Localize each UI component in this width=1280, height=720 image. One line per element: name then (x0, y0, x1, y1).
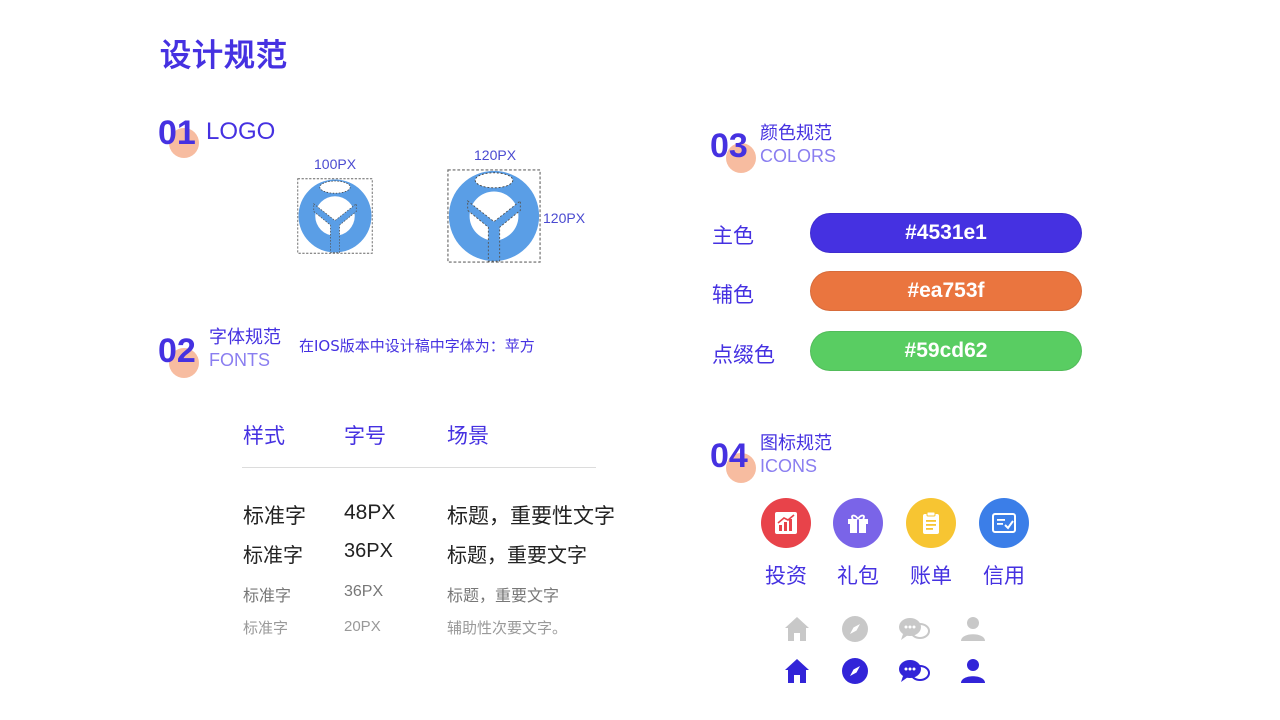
color-label-primary: 主色 (712, 224, 754, 248)
color-swatch-primary: #4531e1 (810, 213, 1082, 253)
table-cell: 辅助性次要文字。 (447, 619, 568, 637)
section-title-fonts-en: FONTS (209, 350, 270, 370)
icon-label-bill: 账单 (910, 564, 952, 588)
section-title-icons-cn: 图标规范 (760, 433, 832, 454)
table-cell: 标准字 (243, 619, 289, 637)
gift-icon (833, 498, 883, 548)
table-header-scene: 场景 (447, 424, 489, 448)
section-number-logo: 01 (158, 114, 196, 152)
icon-label-credit: 信用 (983, 564, 1025, 588)
logo-large-width-label: 120PX (474, 147, 517, 163)
section-number-fonts: 02 (158, 332, 196, 370)
chat-icon (897, 654, 931, 688)
compass-icon (838, 654, 872, 688)
table-cell: 36PX (344, 540, 393, 562)
home-icon (780, 612, 814, 646)
section-number-colors: 03 (710, 127, 748, 165)
checklist-icon (979, 498, 1029, 548)
logo-large (446, 169, 542, 263)
icon-label-invest: 投资 (765, 564, 807, 588)
section-title-colors-en: COLORS (760, 146, 837, 166)
table-cell: 标题，重要文字 (447, 586, 560, 605)
logo-small-size-label: 100PX (314, 156, 357, 172)
chart-icon (761, 498, 811, 548)
table-cell: 20PX (344, 618, 381, 635)
table-divider (242, 467, 596, 468)
page-title: 设计规范 (160, 38, 288, 74)
table-cell: 标题，重要性文字 (447, 504, 615, 528)
logo-small (296, 178, 374, 254)
logo-large-height-label: 120PX (543, 210, 586, 226)
section-title-logo: LOGO (206, 118, 276, 145)
color-label-secondary: 辅色 (712, 283, 754, 307)
font-note: 在IOS版本中设计稿中字体为：苹方 (299, 337, 535, 355)
color-swatch-accent: #59cd62 (810, 331, 1082, 371)
table-cell: 36PX (344, 583, 384, 600)
user-icon (956, 654, 990, 688)
compass-icon (838, 612, 872, 646)
table-cell: 标准字 (243, 586, 292, 605)
table-cell: 标准字 (243, 543, 303, 567)
chat-icon (897, 612, 931, 646)
section-title-colors-cn: 颜色规范 (760, 123, 832, 144)
color-label-accent: 点缀色 (712, 343, 775, 367)
home-icon (780, 654, 814, 688)
table-cell: 48PX (344, 501, 396, 524)
section-title-fonts-cn: 字体规范 (209, 327, 281, 348)
section-title-icons-en: ICONS (760, 456, 818, 476)
table-cell: 标题，重要文字 (447, 543, 587, 567)
table-cell: 标准字 (243, 504, 306, 528)
clipboard-icon (906, 498, 956, 548)
table-header-style: 样式 (243, 424, 285, 448)
table-header-size: 字号 (344, 424, 386, 448)
section-number-icons: 04 (710, 437, 748, 475)
user-icon (956, 612, 990, 646)
color-swatch-secondary: #ea753f (810, 271, 1082, 311)
icon-label-gift: 礼包 (837, 564, 879, 588)
